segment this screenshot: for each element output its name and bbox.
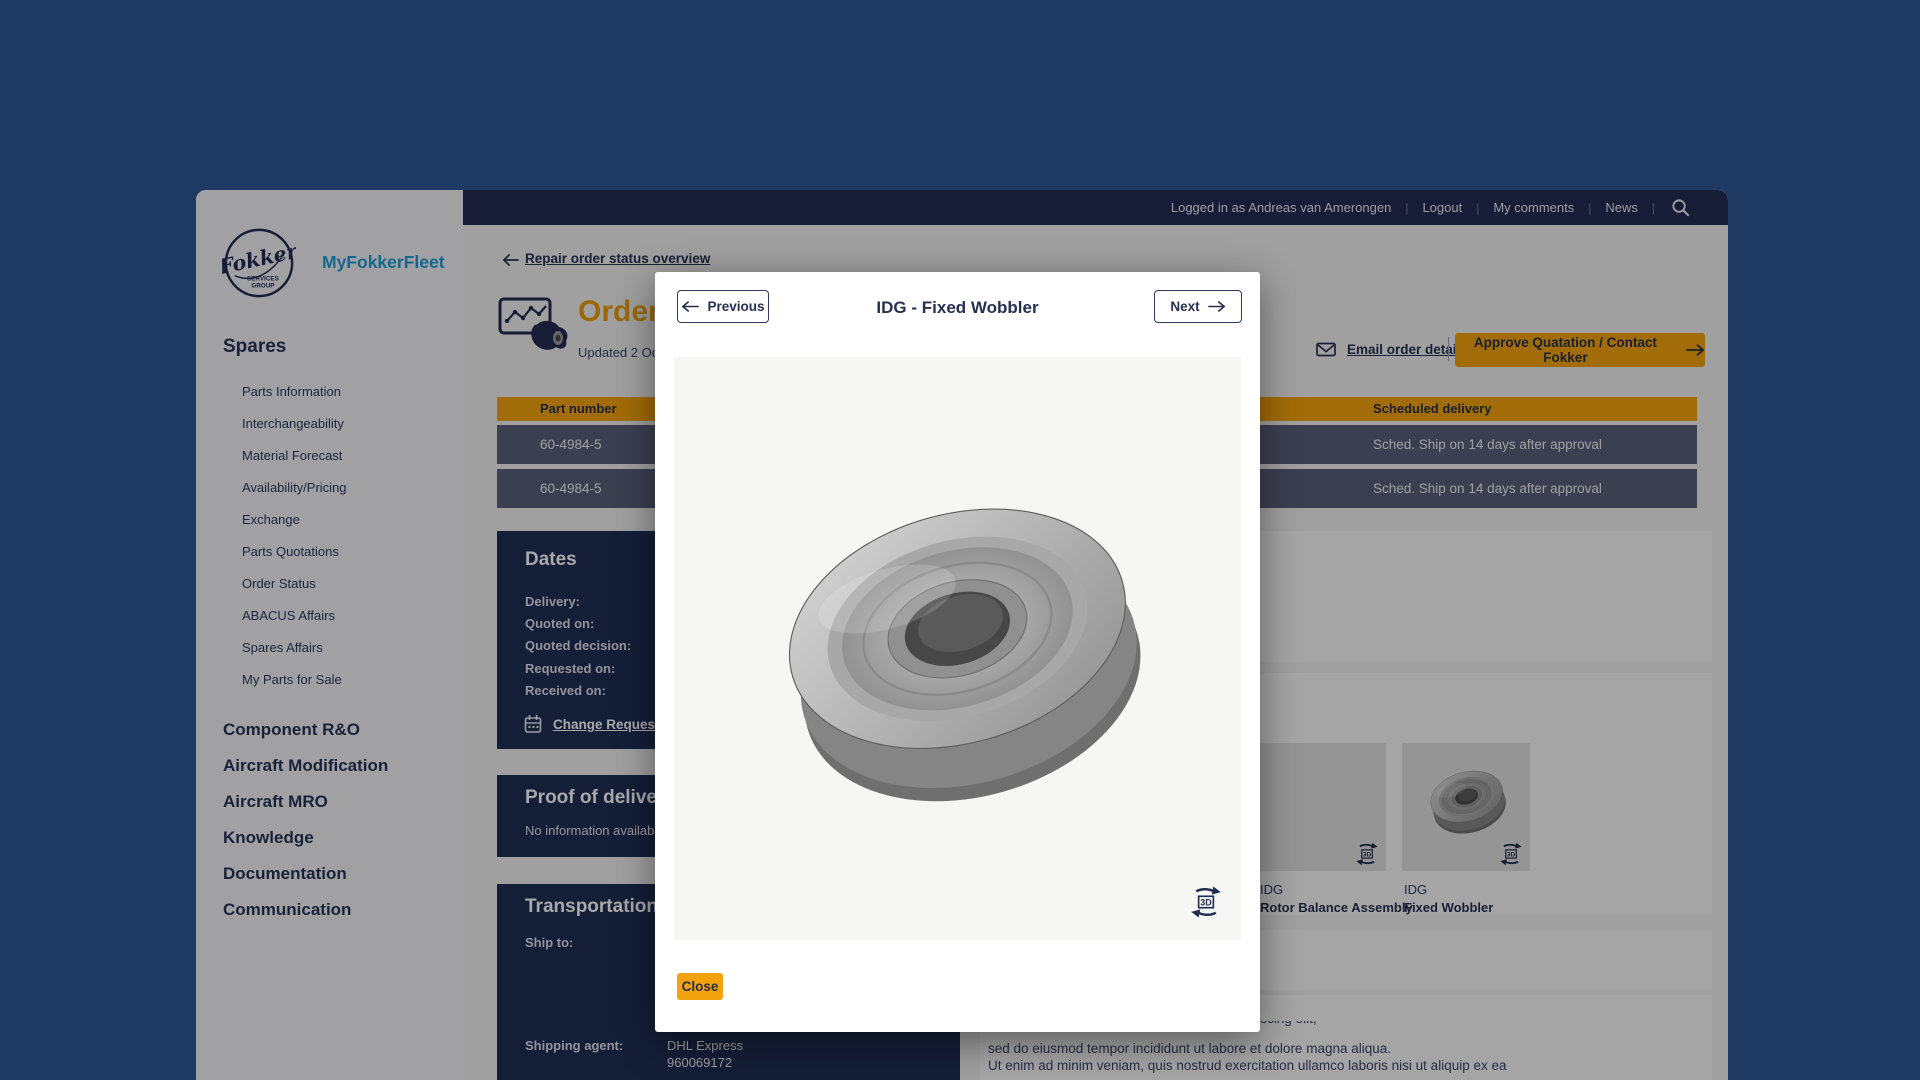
next-button[interactable]: Next [1154, 290, 1242, 323]
modal-title: IDG - Fixed Wobbler [775, 298, 1140, 318]
bearing-image [724, 457, 1194, 823]
next-label: Next [1170, 299, 1199, 314]
part-viewer-modal: Previous IDG - Fixed Wobbler Next Close [655, 272, 1260, 1032]
previous-label: Previous [707, 299, 764, 314]
screen: Fokker SERVICES GROUP MyFokkerFleet Spar… [0, 0, 1920, 1080]
arrow-left-icon [681, 301, 699, 312]
previous-button[interactable]: Previous [677, 290, 769, 323]
close-label: Close [682, 979, 719, 994]
arrow-right-icon [1208, 301, 1226, 312]
3d-rotate-icon[interactable] [1188, 884, 1224, 920]
part-3d-viewer[interactable] [674, 357, 1241, 940]
close-button[interactable]: Close [677, 973, 723, 1000]
